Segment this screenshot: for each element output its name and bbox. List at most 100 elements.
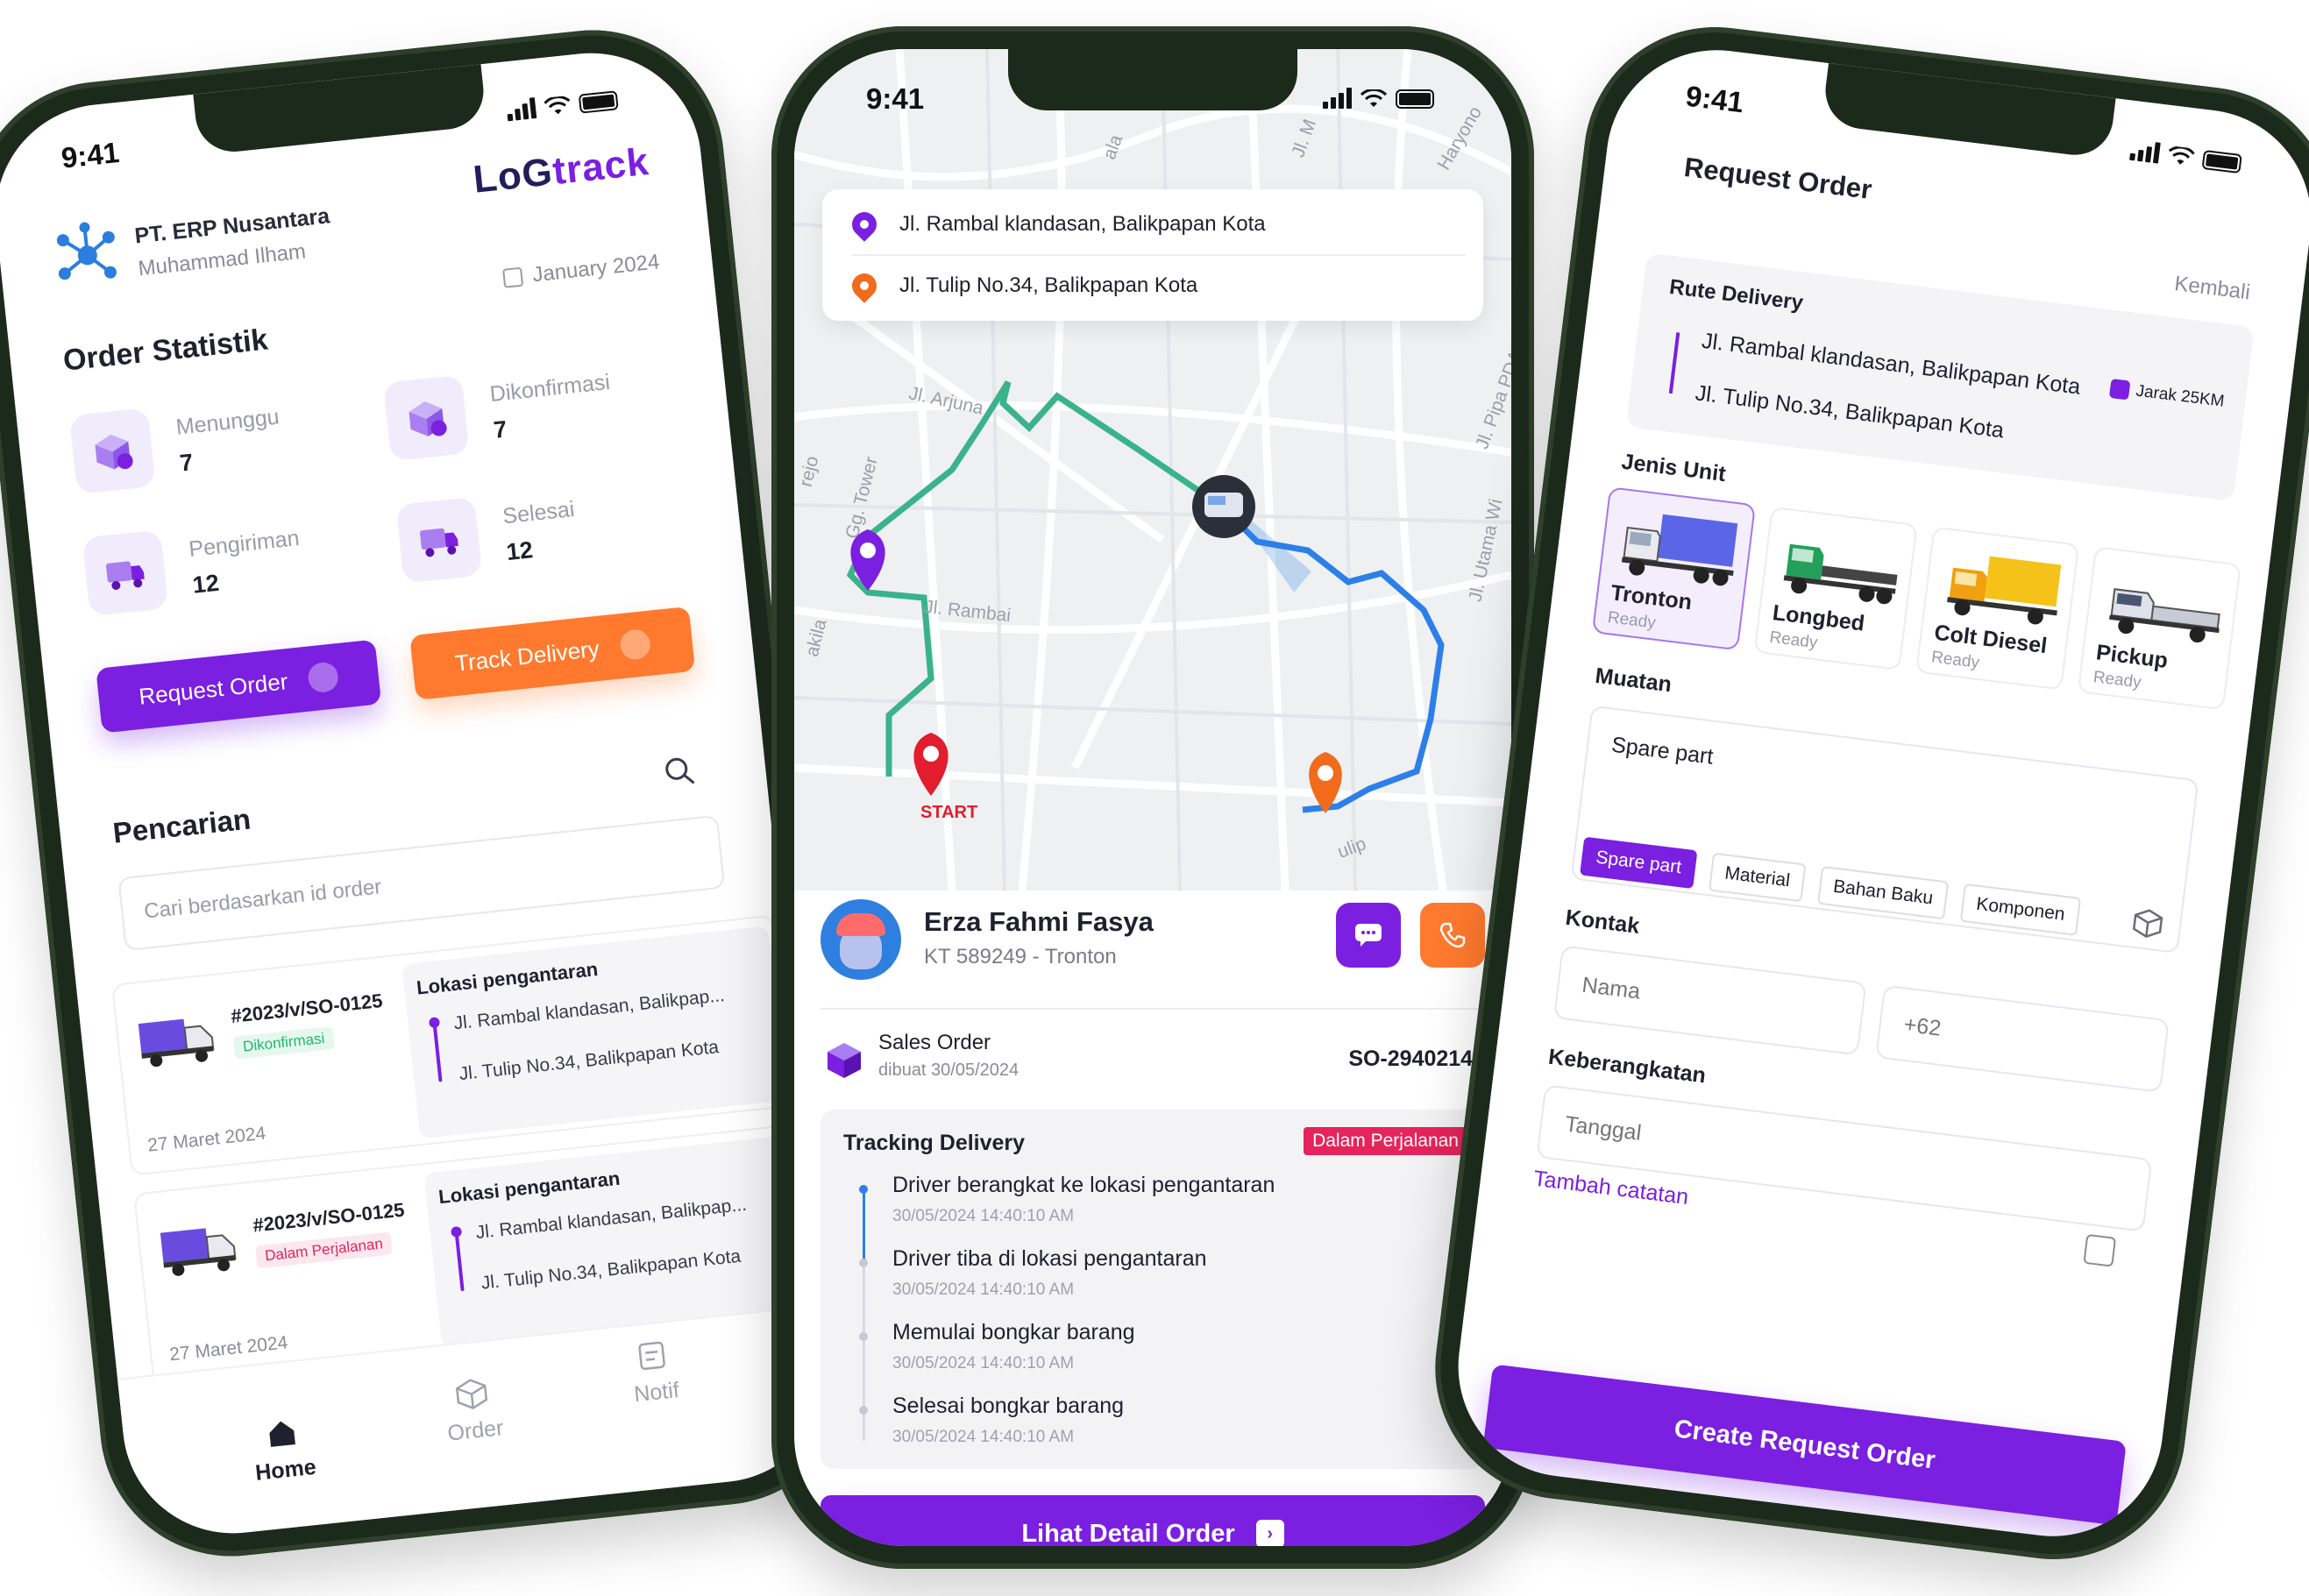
track-delivery-label: Track Delivery bbox=[453, 635, 600, 677]
phone-input[interactable] bbox=[1875, 984, 2170, 1093]
brand-logo-b: track bbox=[551, 139, 651, 194]
package-icon bbox=[2132, 909, 2163, 938]
unit-option-colt-diesel[interactable]: Colt Diesel Ready bbox=[1915, 526, 2080, 691]
stat-pengiriman[interactable]: Pengiriman 12 bbox=[82, 507, 380, 634]
view-order-detail-label: Lihat Detail Order bbox=[1021, 1519, 1235, 1547]
sales-order-code: SO-29402145 bbox=[1348, 1046, 1485, 1071]
driver-name: Erza Fahmi Fasya bbox=[924, 906, 1154, 937]
calendar-icon bbox=[501, 266, 523, 288]
date-input[interactable] bbox=[1536, 1084, 2153, 1232]
stat-menunggu[interactable]: Menunggu 7 bbox=[68, 386, 367, 512]
timeline-line bbox=[863, 1190, 865, 1266]
cargo-input[interactable]: Spare part bbox=[1570, 705, 2199, 954]
search-icon[interactable] bbox=[662, 754, 697, 789]
calendar-icon[interactable] bbox=[2083, 1233, 2117, 1267]
nav-order-label: Order bbox=[446, 1415, 505, 1446]
unit-status: Ready bbox=[2092, 668, 2142, 692]
create-request-order-label: Create Request Order bbox=[1673, 1414, 1937, 1475]
unit-status: Ready bbox=[1930, 648, 1981, 672]
phone-request-order: 9:41 Request Order Kembali Rute Delivery… bbox=[1420, 11, 2309, 1575]
unit-type-label: Jenis Unit bbox=[1620, 449, 1728, 487]
status-icons bbox=[506, 89, 619, 122]
status-badge: Dikonfirmasi bbox=[232, 1025, 335, 1060]
tracking-timeline: Tracking Delivery Dalam Perjalanan Drive… bbox=[821, 1110, 1485, 1469]
longbed-truck-icon bbox=[1783, 543, 1898, 605]
contact-label: Kontak bbox=[1564, 904, 1641, 939]
view-order-detail-button[interactable]: Lihat Detail Order › bbox=[821, 1495, 1485, 1546]
nav-order[interactable]: Order bbox=[409, 1370, 537, 1450]
battery-icon bbox=[1396, 89, 1434, 109]
sales-order-title: Sales Order bbox=[878, 1031, 991, 1054]
stat-value: 12 bbox=[505, 536, 535, 566]
route-card: Jl. Rambal klandasan, Balikpapan Kota Jl… bbox=[822, 189, 1483, 321]
chat-button[interactable] bbox=[1336, 903, 1401, 968]
nav-notif-label: Notif bbox=[632, 1377, 681, 1408]
home-icon bbox=[269, 1421, 295, 1447]
status-time: 9:41 bbox=[1684, 79, 1746, 119]
timeline-step: Selesai bongkar barang 30/05/2024 14:40:1… bbox=[892, 1394, 1124, 1447]
route-to[interactable]: Jl. Tulip No.34, Balikpapan Kota bbox=[847, 259, 1466, 312]
map-roads bbox=[794, 49, 1511, 890]
box-icon bbox=[828, 1043, 861, 1078]
route-from[interactable]: Jl. Rambal klandasan, Balikpapan Kota bbox=[847, 198, 1466, 251]
battery-icon bbox=[578, 90, 619, 114]
timeline-dot-icon bbox=[859, 1185, 868, 1194]
delivery-location: Lokasi pengantaran Jl. Rambal klandasan,… bbox=[401, 926, 786, 1139]
stat-title: Order Statistik bbox=[61, 323, 270, 378]
wifi-icon bbox=[544, 96, 571, 115]
route-line bbox=[432, 1024, 443, 1082]
target-icon bbox=[618, 628, 651, 662]
step-time: 30/05/2024 14:40:10 AM bbox=[892, 1354, 1075, 1373]
step-time: 30/05/2024 14:40:10 AM bbox=[892, 1207, 1075, 1225]
status-icons bbox=[1323, 88, 1434, 109]
unit-option-longbed[interactable]: Longbed Ready bbox=[1753, 506, 1918, 671]
create-request-order-button[interactable]: Create Request Order bbox=[1482, 1364, 2127, 1526]
colt-diesel-truck-icon bbox=[1947, 556, 2062, 625]
stat-value: 12 bbox=[191, 569, 221, 599]
stat-label: Selesai bbox=[501, 496, 576, 529]
stat-selesai[interactable]: Selesai 12 bbox=[395, 475, 694, 601]
nav-notif[interactable]: Notif bbox=[590, 1332, 719, 1412]
divider bbox=[821, 1008, 1485, 1010]
map-view[interactable]: Jl. Arjuna Gg. Tower Jl. Rambai Jl. Utam… bbox=[794, 49, 1511, 890]
phone-home: 9:41 PT. ERP Nusantara Muhammad Ilham Lo… bbox=[0, 17, 864, 1570]
stat-label: Menunggu bbox=[174, 404, 281, 440]
nav-home[interactable]: Home bbox=[219, 1409, 348, 1489]
sales-order: Sales Order dibuat 30/05/2024 SO-2940214… bbox=[821, 1022, 1485, 1101]
back-link[interactable]: Kembali bbox=[2173, 272, 2251, 305]
tracking-screen: 9:41 Jl. Arjuna Gg. Tower Jl. Rambai Jl.… bbox=[794, 49, 1511, 1546]
request-order-button[interactable]: Request Order bbox=[96, 639, 382, 734]
track-delivery-button[interactable]: Track Delivery bbox=[409, 606, 696, 700]
company-logo-icon bbox=[56, 222, 117, 280]
status-time: 9:41 bbox=[866, 82, 925, 115]
tracking-title: Tracking Delivery bbox=[843, 1131, 1026, 1155]
timeline-step: Driver berangkat ke lokasi pengantaran 30… bbox=[892, 1173, 1275, 1226]
unit-status: Ready bbox=[1606, 608, 1657, 633]
status-badge: Dalam Perjalanan bbox=[1304, 1127, 1467, 1155]
step-time: 30/05/2024 14:40:10 AM bbox=[892, 1428, 1075, 1446]
home-screen: 9:41 PT. ERP Nusantara Muhammad Ilham Lo… bbox=[0, 42, 840, 1544]
truck-image-icon bbox=[138, 1018, 215, 1068]
cargo-value: Spare part bbox=[1609, 732, 1716, 770]
name-input[interactable] bbox=[1552, 945, 1867, 1056]
call-button[interactable] bbox=[1420, 903, 1485, 968]
stat-label: Dikonfirmasi bbox=[488, 369, 612, 408]
unit-option-pickup[interactable]: Pickup Ready bbox=[2077, 546, 2242, 711]
brand-logo: LoGtrack bbox=[472, 140, 651, 202]
battery-icon bbox=[2201, 149, 2242, 174]
unit-status: Ready bbox=[1768, 628, 1819, 653]
request-screen: 9:41 Request Order Kembali Rute Delivery… bbox=[1446, 37, 2309, 1550]
phone-icon bbox=[1439, 922, 1466, 948]
showcase-stage: 9:41 PT. ERP Nusantara Muhammad Ilham Lo… bbox=[0, 0, 2309, 1596]
date-picker[interactable]: January 2024 bbox=[501, 250, 661, 291]
unit-option-tronton[interactable]: Tronton Ready bbox=[1591, 486, 1757, 651]
origin-pin-icon bbox=[847, 207, 882, 242]
destination-pin-icon bbox=[847, 268, 882, 303]
stat-dikonfirmasi[interactable]: Dikonfirmasi 7 bbox=[382, 352, 681, 479]
page-title: Request Order bbox=[1682, 151, 1874, 205]
route-line bbox=[1668, 332, 1680, 394]
step-title: Selesai bongkar barang bbox=[892, 1394, 1125, 1418]
box-icon bbox=[455, 1379, 488, 1409]
step-title: Driver tiba di lokasi pengantaran bbox=[892, 1246, 1207, 1271]
route-to-text: Jl. Tulip No.34, Balikpapan Kota bbox=[899, 273, 1198, 297]
